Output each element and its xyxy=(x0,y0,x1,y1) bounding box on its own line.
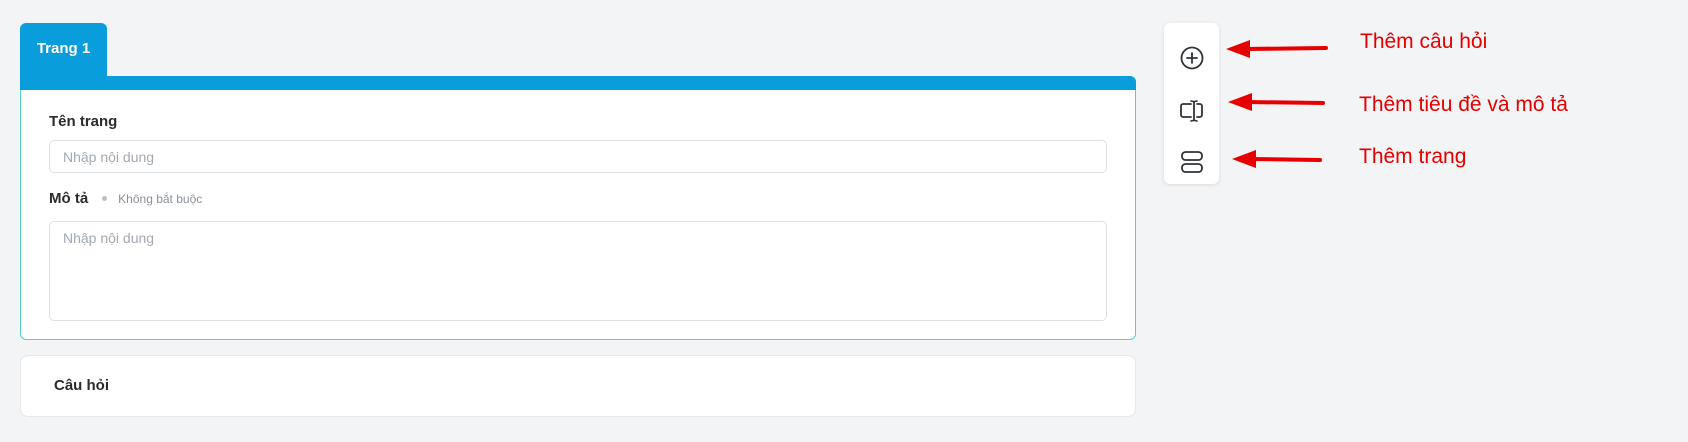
annotation-add-page: Thêm trang xyxy=(1359,145,1467,168)
arrow-add-page xyxy=(1232,150,1322,168)
arrow-add-question xyxy=(1226,40,1328,58)
arrow-add-title-description xyxy=(1228,93,1325,111)
annotation-add-title-description: Thêm tiêu đề và mô tả xyxy=(1359,93,1568,116)
annotation-arrows xyxy=(1226,40,1328,168)
annotation-add-question: Thêm câu hỏi xyxy=(1360,30,1488,53)
